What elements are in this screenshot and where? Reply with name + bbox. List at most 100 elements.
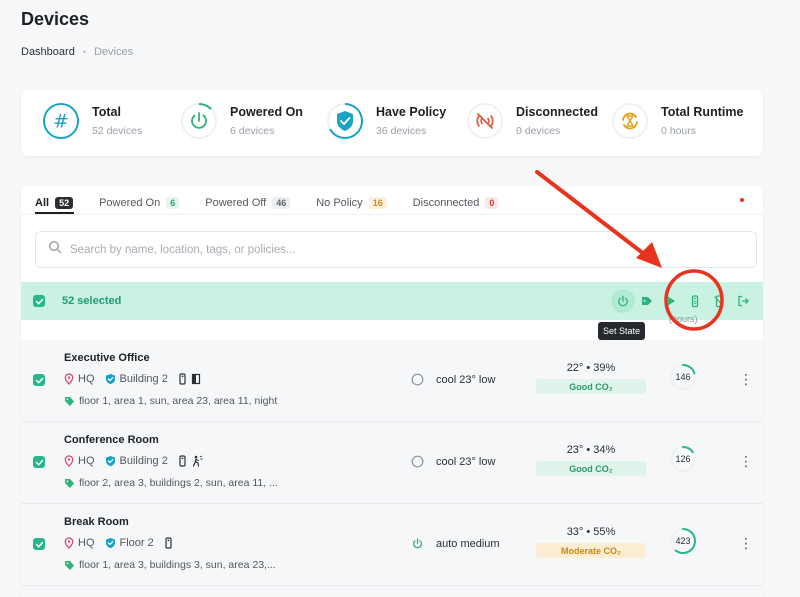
stat-have-policy-label: Have Policy (376, 105, 447, 119)
tab-powered-off[interactable]: Powered Off 46 (205, 197, 291, 209)
power-icon (618, 295, 628, 307)
device-state[interactable]: cool 23° low (411, 373, 495, 386)
device-location: HQ (78, 373, 95, 385)
check-icon (35, 377, 43, 383)
device-name[interactable]: Executive Office (64, 352, 150, 364)
select-all-checkbox[interactable] (33, 295, 45, 307)
person-walking-icon (192, 455, 203, 467)
row-checkbox[interactable] (33, 538, 45, 550)
breadcrumb-separator: • (82, 47, 86, 57)
search-icon (48, 240, 62, 259)
bulk-play-button[interactable] (659, 289, 683, 313)
device-group: Building 2 (119, 373, 168, 385)
tabs-divider (21, 214, 763, 215)
tab-no-policy-label: No Policy (316, 197, 363, 209)
device-meta: HQ Building 2 (64, 455, 203, 467)
shield-check-icon (105, 538, 115, 549)
row-checkbox[interactable] (33, 456, 45, 468)
device-tags: floor 1, area 3, buildings 3, sun, area … (64, 559, 276, 571)
device-meta: HQ Building 2 (64, 373, 201, 385)
tab-powered-on[interactable]: Powered On 6 (99, 197, 180, 209)
row-checkbox[interactable] (33, 374, 45, 386)
location-pin-icon (64, 537, 74, 549)
door-icon (191, 373, 200, 385)
row-more-menu-icon[interactable]: ⋮ (739, 536, 753, 550)
runtime-value: 126 (675, 454, 691, 464)
power-icon (412, 538, 423, 549)
search-box[interactable] (35, 231, 757, 268)
bulk-power-button[interactable] (611, 289, 635, 313)
state-off-circle-icon (411, 455, 424, 468)
bulk-actions (611, 289, 755, 313)
tab-all[interactable]: All 52 (35, 197, 74, 209)
device-tags-text: floor 1, area 3, buildings 3, sun, area … (79, 559, 276, 571)
stat-total-runtime: Total Runtime 0 hours (611, 102, 743, 140)
co2-status-badge: Good CO₂ (536, 461, 646, 476)
tag-icon (65, 396, 74, 406)
stat-disconnected: Disconnected 0 devices (466, 102, 598, 140)
device-state[interactable]: auto medium (411, 537, 500, 550)
runtime-value: 146 (675, 372, 691, 382)
device-location: HQ (78, 537, 95, 549)
device-state-text: auto medium (436, 537, 500, 550)
device-group: Floor 2 (119, 537, 154, 549)
device-tags: floor 1, area 1, sun, area 23, area 11, … (64, 395, 277, 407)
location-pin-icon (64, 373, 74, 385)
tag-arrow-icon (642, 297, 652, 305)
device-state-text: cool 23° low (436, 373, 496, 386)
power-icon (180, 102, 218, 140)
tab-disconnected-label: Disconnected (412, 197, 480, 209)
breadcrumb-current: Devices (93, 46, 134, 58)
search-input[interactable] (70, 243, 720, 256)
breadcrumb: Dashboard • Devices (21, 46, 133, 58)
device-temp-humidity: 33° • 55% (566, 526, 616, 538)
breadcrumb-dashboard-link[interactable]: Dashboard (21, 46, 75, 58)
device-meta: HQ Floor 2 (64, 537, 173, 549)
tab-powered-on-label: Powered On (99, 197, 161, 209)
device-name[interactable]: Break Room (64, 516, 129, 528)
device-location: HQ (78, 455, 95, 467)
page-title: Devices (21, 9, 90, 29)
co2-status-badge: Moderate CO₂ (536, 543, 646, 558)
tab-powered-off-count: 46 (272, 197, 291, 209)
runtime-column-header: (hours) (669, 314, 698, 324)
device-list: Executive Office HQ Building 2 floor 1, … (21, 340, 763, 597)
bulk-remote-off-button[interactable] (707, 289, 731, 313)
remote-control-icon (165, 537, 172, 549)
table-row[interactable]: Conference Room HQ Building 2 floor 2, a… (21, 422, 763, 504)
tab-powered-off-label: Powered Off (205, 197, 267, 209)
stat-total-runtime-value: 0 hours (661, 125, 697, 137)
table-row[interactable]: Executive Office HQ Building 2 floor 1, … (21, 340, 763, 422)
shield-check-icon (326, 102, 364, 140)
device-temp-humidity: 23° • 34% (566, 444, 616, 456)
device-state-text: cool 23° low (436, 455, 496, 468)
tab-disconnected[interactable]: Disconnected 0 (413, 197, 499, 209)
stat-have-policy: Have Policy 36 devices (326, 102, 446, 140)
bulk-exit-button[interactable] (731, 289, 755, 313)
device-environment: 23° • 34% Good CO₂ (536, 444, 646, 476)
selected-count: 52 selected (62, 295, 122, 307)
wifi-off-icon (466, 102, 504, 140)
runtime-gauge: 146 (668, 362, 698, 392)
stat-disconnected-value: 0 devices (516, 125, 561, 137)
tag-icon (65, 478, 74, 488)
bulk-set-state-button[interactable] (683, 289, 707, 313)
stat-powered-on: Powered On 6 devices (180, 102, 303, 140)
stat-total-label: Total (92, 105, 121, 119)
stats-summary-card: # Total 52 devices Powered On 6 devices … (21, 90, 763, 156)
device-tags: floor 2, area 3, buildings 2, sun, area … (64, 477, 278, 489)
device-state[interactable]: cool 23° low (411, 455, 495, 468)
device-name[interactable]: Conference Room (64, 434, 159, 446)
row-more-menu-icon[interactable]: ⋮ (739, 372, 753, 386)
bulk-action-bar: 52 selected (21, 282, 763, 320)
runtime-value: 423 (675, 536, 691, 546)
remote-control-icon (691, 295, 699, 308)
filter-tabs: All 52 Powered On 6 Powered Off 46 No Po… (35, 194, 524, 212)
table-row[interactable]: Break Room HQ Floor 2 floor 1, area 3, b… (21, 504, 763, 586)
tab-no-policy[interactable]: No Policy 16 (316, 197, 387, 209)
bulk-assign-policy-button[interactable] (635, 289, 659, 313)
stat-total-runtime-label: Total Runtime (661, 105, 744, 119)
row-more-menu-icon[interactable]: ⋮ (739, 454, 753, 468)
device-group: Building 2 (119, 455, 168, 467)
stat-total-value: 52 devices (92, 125, 143, 137)
